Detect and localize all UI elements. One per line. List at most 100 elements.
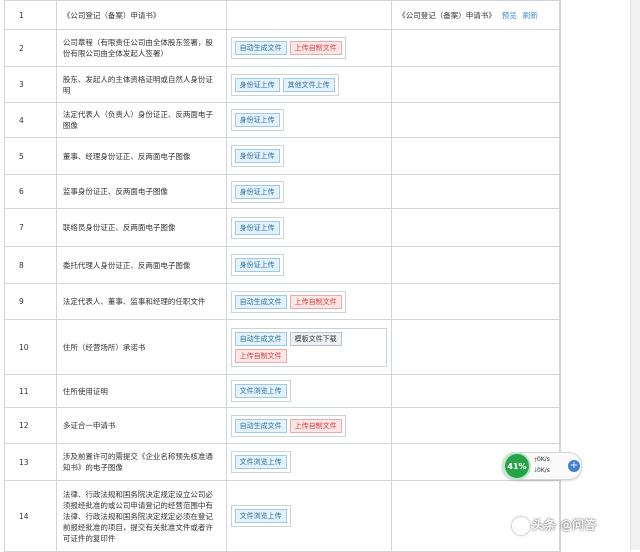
- row-number: 8: [5, 247, 57, 283]
- upload-button[interactable]: 其他文件上传: [282, 77, 335, 92]
- file-cell: [392, 375, 560, 407]
- upload-button[interactable]: 身份证上传: [234, 77, 280, 92]
- file-cell: [392, 284, 560, 319]
- watermark-logo-icon: [512, 516, 530, 535]
- table-row: 10 住所（经营场所）承诺书 自动生成文件 模板文件下载 上传自制文件: [5, 320, 561, 375]
- upload-box: 身份证上传 其他文件上传: [230, 73, 339, 96]
- table-row: 7 联络员身份证正、反两面电子图像 身份证上传: [5, 209, 561, 247]
- row-number: 12: [5, 408, 57, 443]
- empty-cell: [559, 175, 561, 208]
- upload-box: 自动生成文件 模板文件下载 上传自制文件: [230, 327, 388, 367]
- actions-cell: 自动生成文件 上传自制文件: [227, 284, 393, 319]
- table-row: 3 股东、发起人的主体资格证明或自然人身份证明 身份证上传 其他文件上传: [5, 67, 561, 103]
- upload-box: 自动生成文件 上传自制文件: [230, 290, 346, 313]
- table-row: 6 监事身份证正、反两面电子图像 身份证上传: [5, 175, 561, 209]
- empty-cell: [559, 67, 561, 102]
- material-name: 董事、经理身份证正、反两面电子图像: [57, 138, 227, 174]
- actions-cell: 自动生成文件 模板文件下载 上传自制文件: [227, 320, 393, 374]
- empty-cell: [559, 408, 561, 443]
- upload-button[interactable]: 文件浏览上传: [234, 509, 287, 523]
- row-number: 4: [5, 103, 57, 137]
- upload-button[interactable]: 文件浏览上传: [234, 384, 287, 398]
- upload-button[interactable]: 身份证上传: [234, 149, 280, 163]
- empty-cell: [559, 103, 561, 137]
- material-name: 委托代理人身份证正、反两面电子图像: [57, 247, 227, 283]
- row-number: 6: [5, 175, 57, 208]
- upload-box: 身份证上传: [230, 109, 284, 131]
- file-cell: [392, 138, 560, 174]
- file-cell: 《公司登记（备案）申请书》 预览 刷新: [392, 1, 560, 29]
- empty-cell: [559, 1, 561, 29]
- upload-box: 文件浏览上传: [230, 380, 291, 402]
- upload-box: 自动生成文件 上传自制文件: [230, 414, 346, 437]
- row-number: 11: [5, 375, 57, 407]
- material-name: 多证合一申请书: [57, 408, 227, 443]
- table-row: 5 董事、经理身份证正、反两面电子图像 身份证上传: [5, 138, 561, 175]
- actions-cell: 自动生成文件 上传自制文件: [227, 408, 393, 443]
- empty-cell: [559, 247, 561, 283]
- row-number: 7: [5, 209, 57, 246]
- actions-cell: 身份证上传 其他文件上传: [227, 67, 393, 102]
- row-number: 13: [5, 444, 57, 480]
- material-name: 涉及前置许可的需提交《企业名称预先核准通知书》的电子图像: [57, 444, 227, 480]
- file-cell: [392, 209, 560, 246]
- upload-custom-file-button[interactable]: 上传自制文件: [289, 41, 342, 55]
- actions-cell: [227, 1, 393, 29]
- file-cell: [392, 103, 560, 137]
- material-name: 《公司登记（备案）申请书》: [57, 1, 227, 29]
- upload-box: 身份证上传: [230, 145, 284, 167]
- upload-button[interactable]: 身份证上传: [234, 258, 280, 272]
- template-download-button[interactable]: 模板文件下载: [289, 331, 342, 346]
- material-name: 住所（经营场所）承诺书: [57, 320, 227, 374]
- upload-custom-file-button[interactable]: 上传自制文件: [289, 418, 342, 433]
- row-number: 5: [5, 138, 57, 174]
- upload-button[interactable]: 身份证上传: [234, 113, 280, 127]
- material-name: 股东、发起人的主体资格证明或自然人身份证明: [57, 67, 227, 102]
- row-number: 9: [5, 284, 57, 319]
- empty-cell: [559, 375, 561, 407]
- material-name: 法律、行政法规和国务院决定规定设立公司必须报经批准的或公司申请登记的经营范围中有…: [57, 481, 227, 551]
- file-name: 《公司登记（备案）申请书》: [398, 10, 496, 20]
- upload-box: 身份证上传: [230, 216, 284, 239]
- upload-button[interactable]: 文件浏览上传: [234, 455, 287, 469]
- upload-button[interactable]: 身份证上传: [234, 220, 280, 235]
- plus-icon[interactable]: +: [568, 460, 580, 472]
- row-number: 3: [5, 67, 57, 102]
- upload-button[interactable]: 自动生成文件: [234, 41, 287, 55]
- table-row: 13 涉及前置许可的需提交《企业名称预先核准通知书》的电子图像 文件浏览上传: [5, 444, 561, 481]
- network-speed-widget[interactable]: 41% ↑ 0K/s ↓ 0K/s +: [502, 452, 582, 480]
- upload-box: 身份证上传: [230, 180, 284, 203]
- upload-box: 自动生成文件 上传自制文件: [230, 37, 346, 59]
- upload-speed: 0K/s: [537, 456, 550, 463]
- table-row: 9 法定代表人、董事、监事和经理的任职文件 自动生成文件 上传自制文件: [5, 284, 561, 320]
- preview-link[interactable]: 预览: [502, 10, 517, 21]
- download-speed: 0K/s: [537, 467, 550, 474]
- material-name: 住所使用证明: [57, 375, 227, 407]
- material-name: 监事身份证正、反两面电子图像: [57, 175, 227, 208]
- upload-button[interactable]: 身份证上传: [234, 184, 280, 199]
- upload-custom-file-button[interactable]: 上传自制文件: [234, 348, 287, 363]
- material-name: 法定代表人（负责人）身份证正、反两面电子图像: [57, 103, 227, 137]
- file-cell: [392, 408, 560, 443]
- material-name: 联络员身份证正、反两面电子图像: [57, 209, 227, 246]
- row-number: 2: [5, 30, 57, 66]
- file-cell: [392, 67, 560, 102]
- actions-cell: 文件浏览上传: [227, 375, 393, 407]
- table-row: 1 《公司登记（备案）申请书》 《公司登记（备案）申请书》 预览 刷新: [5, 1, 561, 30]
- actions-cell: 身份证上传: [227, 103, 393, 137]
- material-name: 法定代表人、董事、监事和经理的任职文件: [57, 284, 227, 319]
- upload-button[interactable]: 自动生成文件: [234, 418, 287, 433]
- upload-box: 文件浏览上传: [230, 451, 291, 473]
- actions-cell: 身份证上传: [227, 138, 393, 174]
- table-row: 14 法律、行政法规和国务院决定规定设立公司必须报经批准的或公司申请登记的经营范围…: [5, 481, 561, 552]
- empty-cell: [559, 30, 561, 66]
- file-cell: [392, 320, 560, 374]
- upload-button[interactable]: 自动生成文件: [234, 331, 287, 346]
- actions-cell: 文件浏览上传: [227, 444, 393, 480]
- upload-custom-file-button[interactable]: 上传自制文件: [289, 294, 342, 309]
- scrollbar[interactable]: [630, 0, 640, 550]
- actions-cell: 文件浏览上传: [227, 481, 393, 551]
- memory-gauge[interactable]: 41%: [503, 452, 531, 480]
- upload-button[interactable]: 自动生成文件: [234, 294, 287, 309]
- refresh-link[interactable]: 刷新: [523, 10, 538, 21]
